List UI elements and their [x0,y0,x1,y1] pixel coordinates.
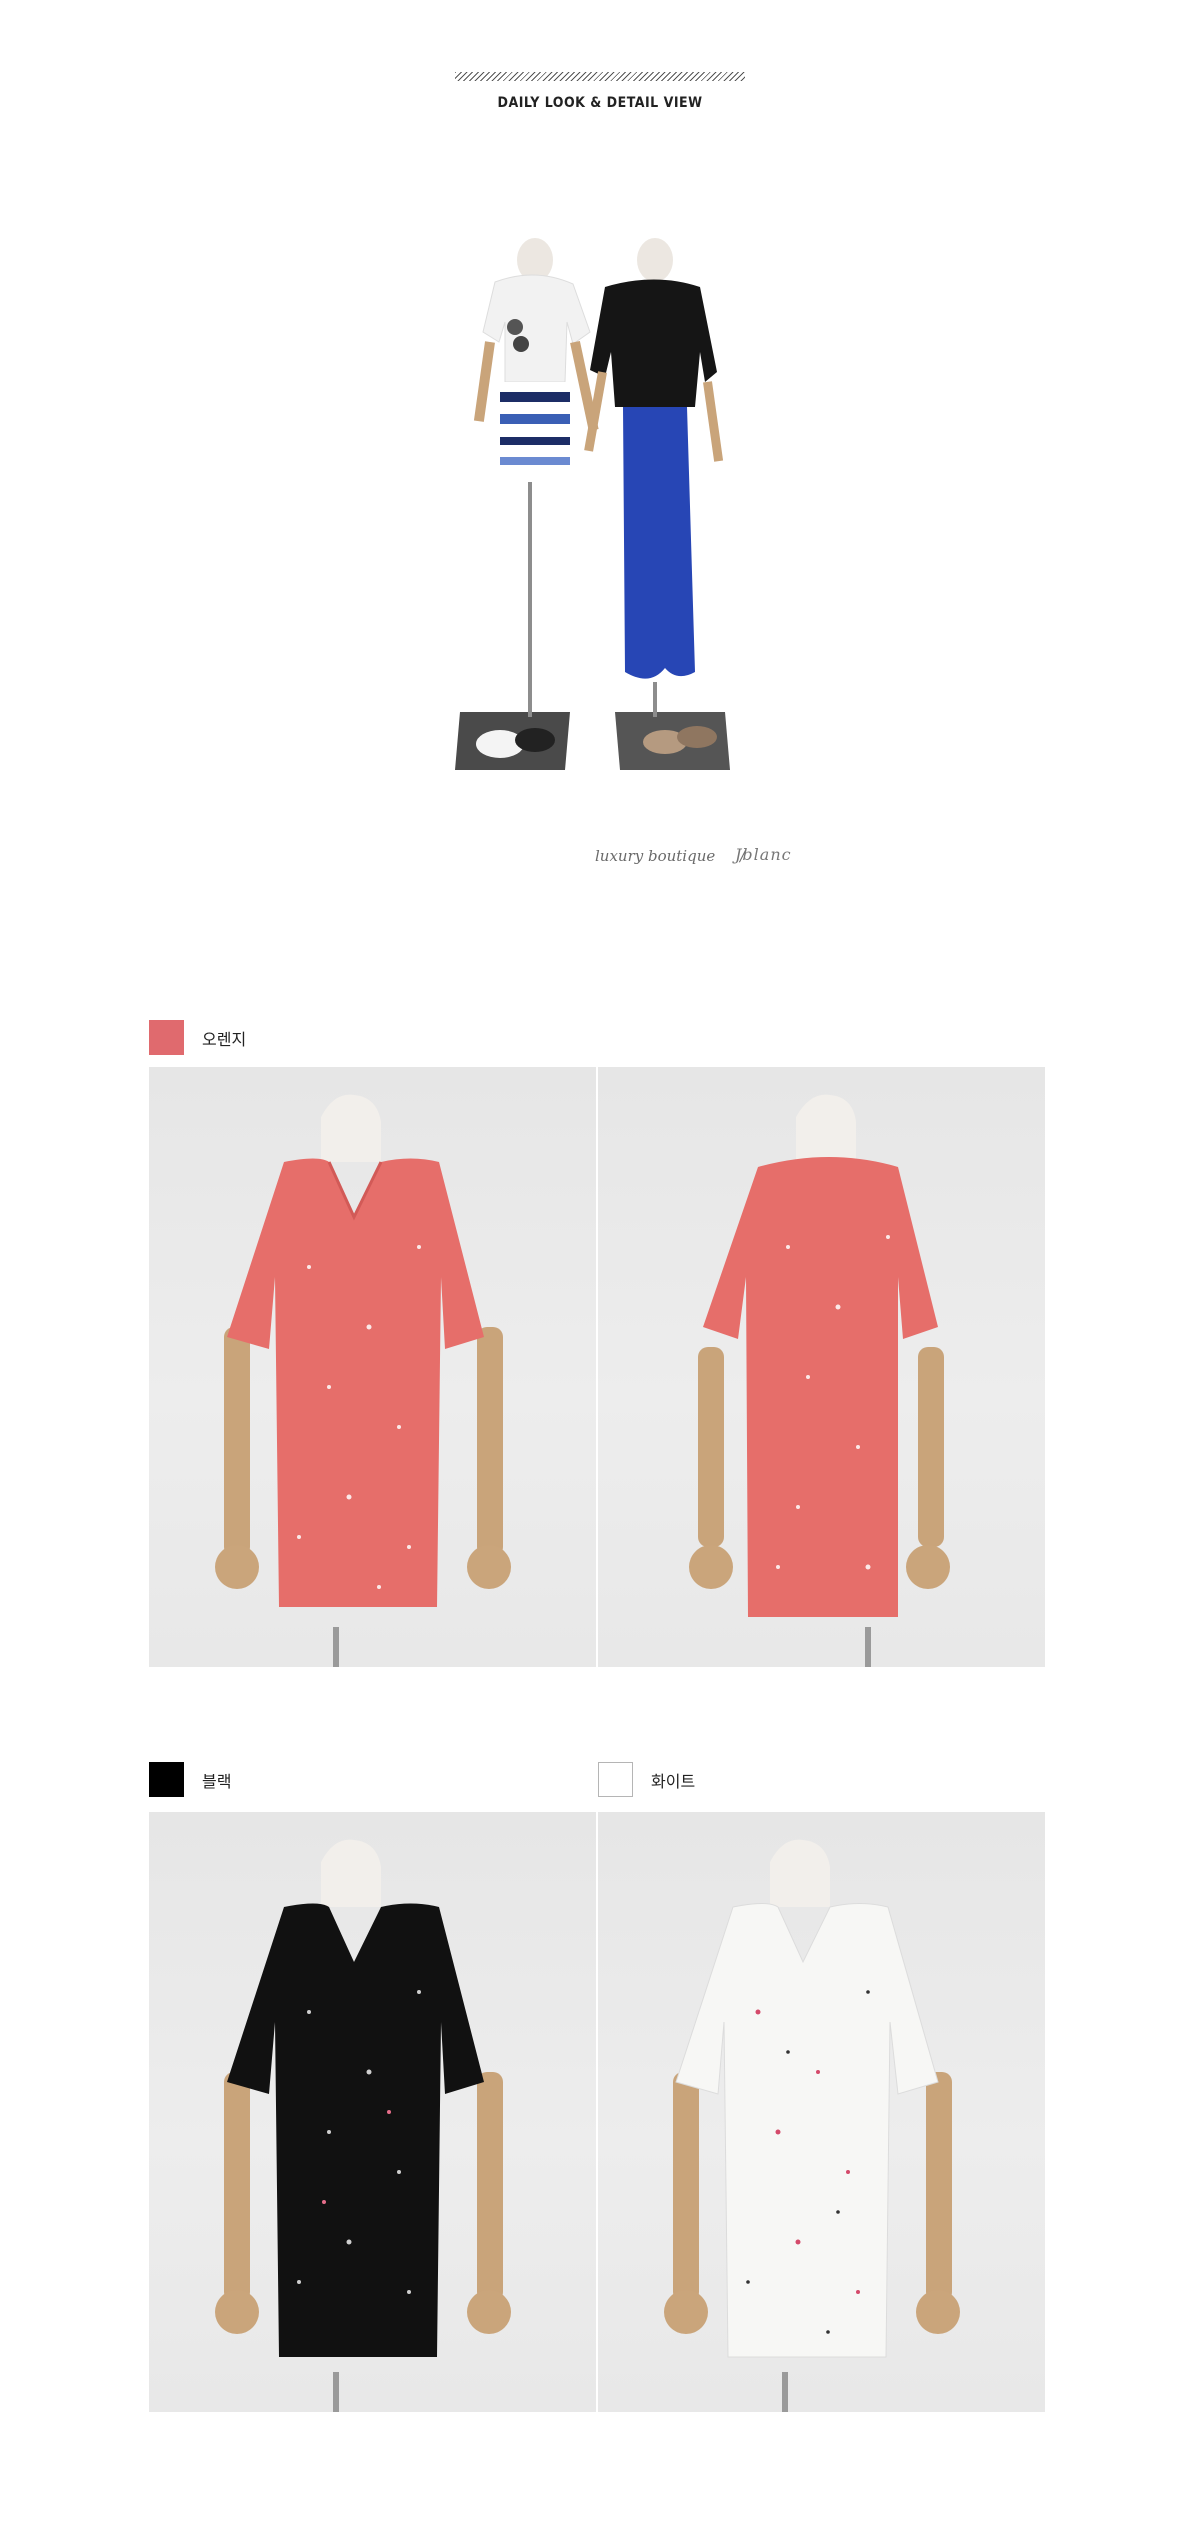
boutique-caption: luxury boutique / [595,847,745,865]
page-title: DAILY LOOK & DETAIL VIEW [497,95,703,111]
color-swatch-black [149,1762,184,1797]
white-front-photo [598,1812,1045,2412]
daily-look-photo [455,238,730,770]
color-swatch-white [598,1762,633,1797]
color-name-white: 화이트 [651,1771,696,1791]
header-hatch-divider [455,72,745,81]
orange-back-photo [598,1067,1045,1667]
brand-signature: Jblanc [735,845,792,864]
color-name-orange: 오렌지 [202,1029,247,1049]
color-label-black: 블랙 [149,1762,231,1797]
black-front-photo [149,1812,596,2412]
color-name-black: 블랙 [202,1771,232,1791]
color-label-white: 화이트 [598,1762,695,1797]
color-swatch-orange [149,1020,184,1055]
boutique-text: luxury boutique [595,847,716,865]
color-label-orange: 오렌지 [149,1020,246,1055]
orange-front-photo [149,1067,596,1667]
